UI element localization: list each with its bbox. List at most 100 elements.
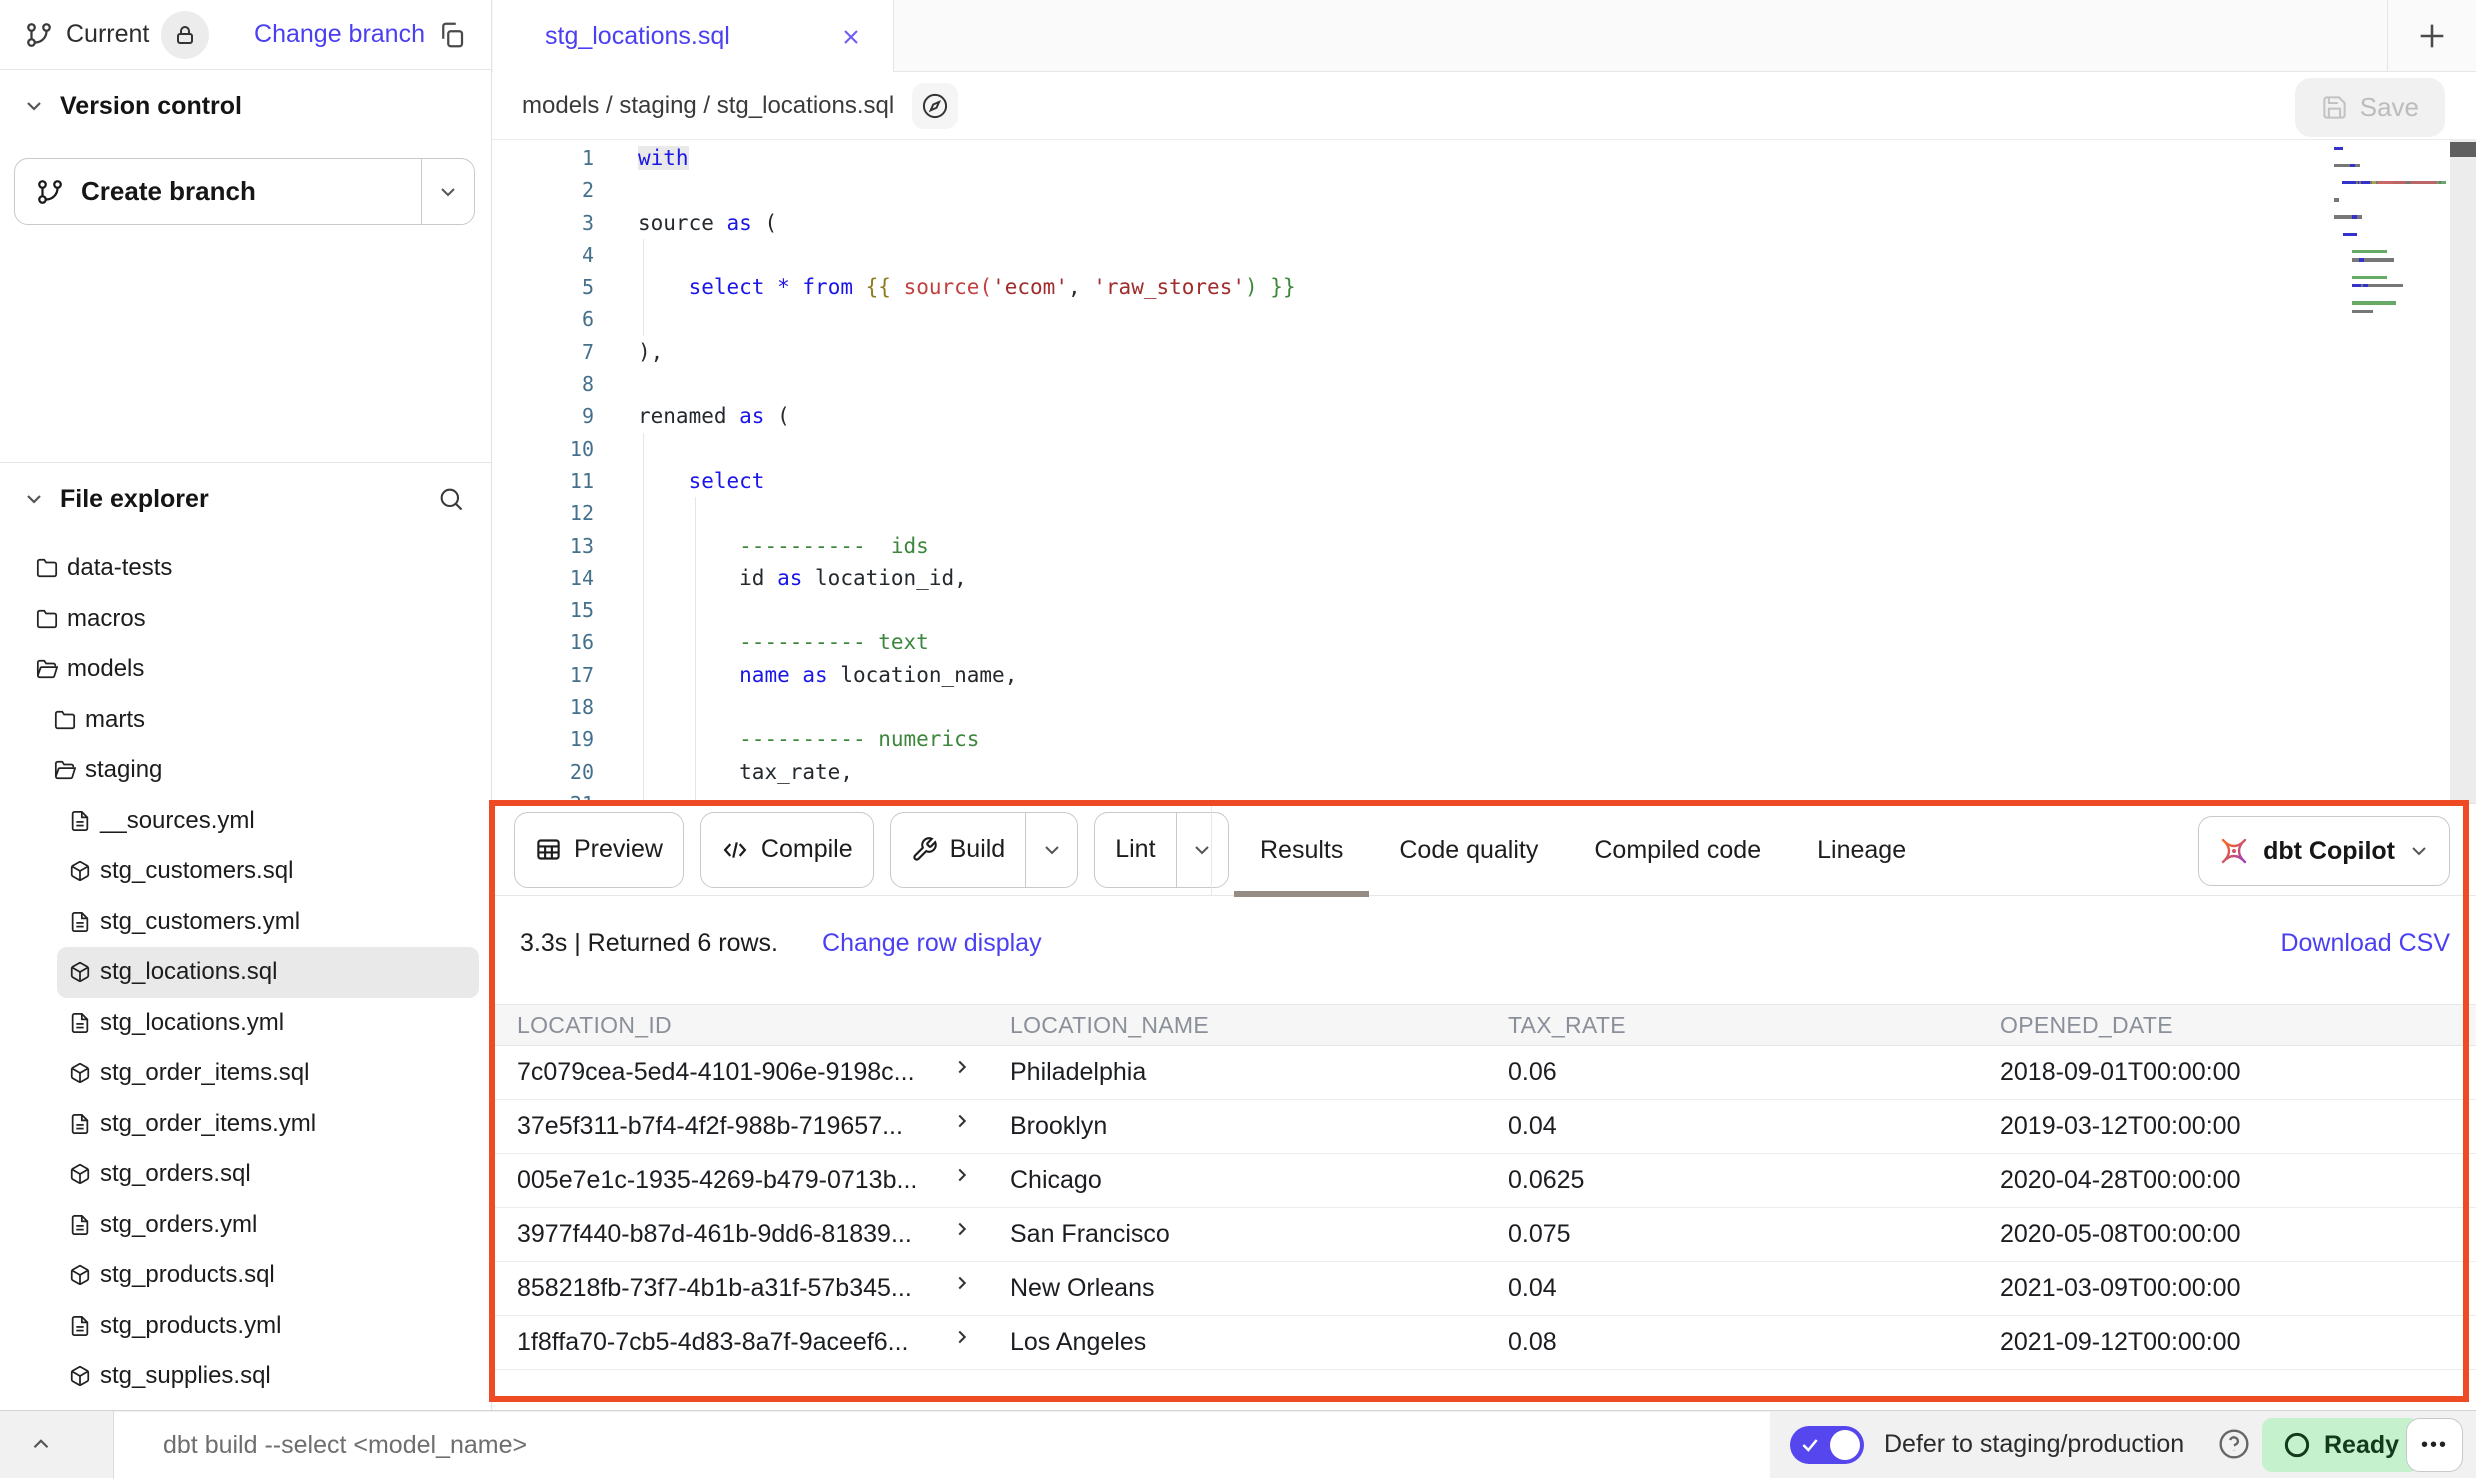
chevron-right-icon[interactable] [951,1218,973,1240]
search-icon[interactable] [437,485,465,513]
tree-item-data-tests[interactable]: data-tests [0,543,491,594]
close-icon[interactable] [839,25,863,49]
save-button[interactable]: Save [2295,78,2445,137]
code-text: ---------- ids [638,530,929,562]
minimap-line [2334,299,2446,308]
tab-results[interactable]: Results [1260,804,1343,896]
file-name: stg_order_items.yml [100,1110,316,1138]
code-line-11: 11 select [492,465,2476,497]
cell-opened_date: 2018-09-01T00:00:00 [1975,1046,2476,1099]
tab-code-quality[interactable]: Code quality [1399,804,1538,896]
help-icon[interactable] [2218,1428,2250,1460]
chevron-right-icon[interactable] [951,1056,973,1078]
command-input[interactable]: dbt build --select <model_name> [114,1412,1770,1478]
file-explorer-header[interactable]: File explorer [0,463,491,535]
tree-item-stg-orders-yml[interactable]: stg_orders.yml [0,1200,491,1251]
tree-item-stg-locations-yml[interactable]: stg_locations.yml [0,998,491,1049]
copilot-icon [2217,834,2251,868]
code-text: select * from {{ source('ecom', 'raw_sto… [638,271,1296,303]
more-options-button[interactable]: ••• [2406,1418,2463,1472]
tree-item-stg-orders-sql[interactable]: stg_orders.sql [0,1149,491,1200]
build-dropdown[interactable] [1025,813,1077,887]
chevron-right-icon[interactable] [951,1110,973,1132]
minimap[interactable] [2334,144,2446,324]
tree-item-stg-supplies-sql[interactable]: stg_supplies.sql [0,1351,491,1402]
minimap-line [2334,290,2446,299]
tree-item-staging[interactable]: staging [0,745,491,796]
line-number: 9 [492,400,594,432]
query-stats: 3.3s | Returned 6 rows. [520,929,778,958]
tree-item-stg-customers-sql[interactable]: stg_customers.sql [0,846,491,897]
create-branch-button[interactable]: Create branch [14,158,475,225]
line-number: 13 [492,530,594,562]
code-text: source as ( [638,207,777,239]
line-number: 14 [492,562,594,594]
chevron-down-icon [22,487,46,511]
tab-lineage[interactable]: Lineage [1817,804,1906,896]
code-line-16: 16 ---------- text [492,626,2476,658]
code-line-8: 8 [492,368,2476,400]
minimap-line [2334,144,2446,153]
editor-scrollbar[interactable] [2450,140,2476,803]
chevron-down-icon [2407,839,2431,863]
defer-toggle[interactable] [1790,1426,1864,1464]
change-branch-link[interactable]: Change branch [254,20,425,49]
chevron-right-icon[interactable] [951,1272,973,1294]
version-control-header[interactable]: Version control [0,70,491,142]
line-number: 21 [492,788,594,803]
chevron-up-icon[interactable] [28,1431,54,1457]
tree-item-stg-products-sql[interactable]: stg_products.sql [0,1250,491,1301]
cell-location_id: 1f8ffa70-7cb5-4d83-8a7f-9aceef6... [492,1316,985,1369]
tree-item-stg-order-items-yml[interactable]: stg_order_items.yml [0,1099,491,1150]
tree-item-stg-locations-sql[interactable]: stg_locations.sql [57,947,479,998]
line-number: 10 [492,433,594,465]
tree-item-stg-customers-yml[interactable]: stg_customers.yml [0,897,491,948]
new-tab-button[interactable] [2387,0,2476,72]
tree-item-marts[interactable]: marts [0,695,491,746]
chevron-down-icon [1040,838,1064,862]
file-name: stg_order_items.sql [100,1059,309,1087]
dbt-copilot-button[interactable]: dbt Copilot [2198,816,2450,886]
tab-compiled-code[interactable]: Compiled code [1594,804,1761,896]
lineage-compass-icon[interactable] [912,83,958,129]
cell-opened_date: 2021-03-09T00:00:00 [1975,1262,2476,1315]
preview-button[interactable]: Preview [514,812,684,888]
doc-icon [69,1315,91,1337]
download-csv-link[interactable]: Download CSV [2280,929,2450,958]
chevron-right-icon[interactable] [951,1164,973,1186]
tree-item-stg-order-items-sql[interactable]: stg_order_items.sql [0,1048,491,1099]
doc-icon [69,911,91,933]
code-icon [721,836,749,864]
folder-icon [36,608,58,630]
code-editor[interactable]: 1with23source as (45 select * from {{ so… [492,140,2476,803]
cube-icon [69,1264,91,1286]
code-line-20: 20 tax_rate, [492,756,2476,788]
tree-item-models[interactable]: models [0,644,491,695]
build-button[interactable]: Build [890,812,1079,888]
line-number: 6 [492,303,594,335]
create-branch-dropdown[interactable] [421,159,474,224]
code-text: tax_rate, [638,756,853,788]
lint-dropdown[interactable] [1176,813,1228,887]
chevron-right-icon[interactable] [951,1326,973,1348]
results-panel: Preview Compile Build Lint R [492,803,2476,1400]
minimap-line [2334,282,2446,291]
tree-item--sources-yml[interactable]: __sources.yml [0,796,491,847]
change-row-display-link[interactable]: Change row display [822,929,1042,958]
lint-button[interactable]: Lint [1094,812,1228,888]
copy-icon[interactable] [437,20,467,50]
minimap-line [2334,161,2446,170]
file-name: stg_locations.yml [100,1009,284,1037]
tree-item-macros[interactable]: macros [0,594,491,645]
file-name: stg_products.yml [100,1312,281,1340]
compile-button[interactable]: Compile [700,812,874,888]
table-row: 858218fb-73f7-4b1b-a31f-57b345...New Orl… [492,1262,2476,1316]
scrollbar-thumb[interactable] [2450,142,2476,157]
tree-item-stg-products-yml[interactable]: stg_products.yml [0,1301,491,1352]
tab-stg-locations-sql[interactable]: stg_locations.sql [493,0,894,73]
cube-icon [69,1163,91,1185]
cell-location_name: Brooklyn [985,1100,1483,1153]
code-line-17: 17 name as location_name, [492,659,2476,691]
file-tree: data-testsmacrosmodelsmartsstaging__sour… [0,535,491,1402]
line-number: 15 [492,594,594,626]
